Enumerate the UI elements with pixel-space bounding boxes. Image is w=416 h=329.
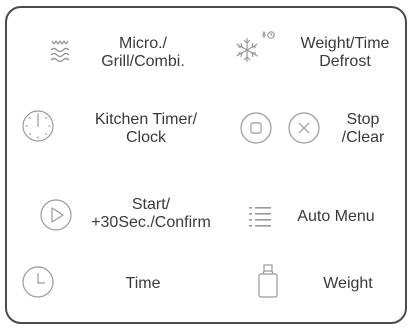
weight-label: Weight [323,275,373,292]
weight-button[interactable]: Weight [253,262,405,308]
weight-icon [253,262,283,300]
weight-time-defrost-button[interactable]: Weight/Time Defrost [227,30,407,80]
stop-clear-label: Stop /Clear [335,111,391,147]
time-label: Time [125,275,161,292]
weight-time-defrost-line2: Defrost [319,53,371,70]
clock-icon [21,265,55,299]
weight-time-defrost-line1: Weight/Time [300,35,390,52]
time-button[interactable]: Time [21,262,227,308]
timer-dial-icon [21,109,55,143]
stop-square-icon [239,111,273,145]
snowflake-defrost-icon [231,30,279,66]
clear-x-icon [287,111,321,145]
start-confirm-line2: +30Sec./Confirm [91,214,211,231]
stop-clear-line1: Stop [346,111,380,128]
auto-menu-button[interactable]: Auto Menu [247,192,405,242]
auto-menu-label: Auto Menu [297,208,375,225]
micro-grill-combi-line1: Micro./ [119,35,167,52]
microwave-waves-icon [47,38,73,66]
stop-clear-button[interactable]: Stop /Clear [239,106,405,156]
micro-grill-combi-line2: Grill/Combi. [101,53,185,70]
kitchen-timer-clock-line2: Clock [125,129,166,146]
play-triangle-icon [39,198,73,232]
list-menu-icon [247,204,273,230]
control-panel: Micro./ Grill/Combi. Weight/Time Defrost… [5,6,407,324]
kitchen-timer-clock-button[interactable]: Kitchen Timer/ Clock [21,106,227,156]
micro-grill-combi-label: Micro./ Grill/Combi. [93,35,193,71]
weight-time-defrost-label: Weight/Time Defrost [289,35,401,71]
kitchen-timer-clock-line1: Kitchen Timer/ [94,111,198,128]
kitchen-timer-clock-label: Kitchen Timer/ Clock [81,111,211,147]
start-confirm-label: Start/ +30Sec./Confirm [77,196,225,232]
stop-clear-line2: /Clear [341,129,385,146]
start-confirm-line1: Start/ [131,196,171,213]
micro-grill-combi-button[interactable]: Micro./ Grill/Combi. [37,30,237,80]
start-confirm-button[interactable]: Start/ +30Sec./Confirm [21,192,227,242]
